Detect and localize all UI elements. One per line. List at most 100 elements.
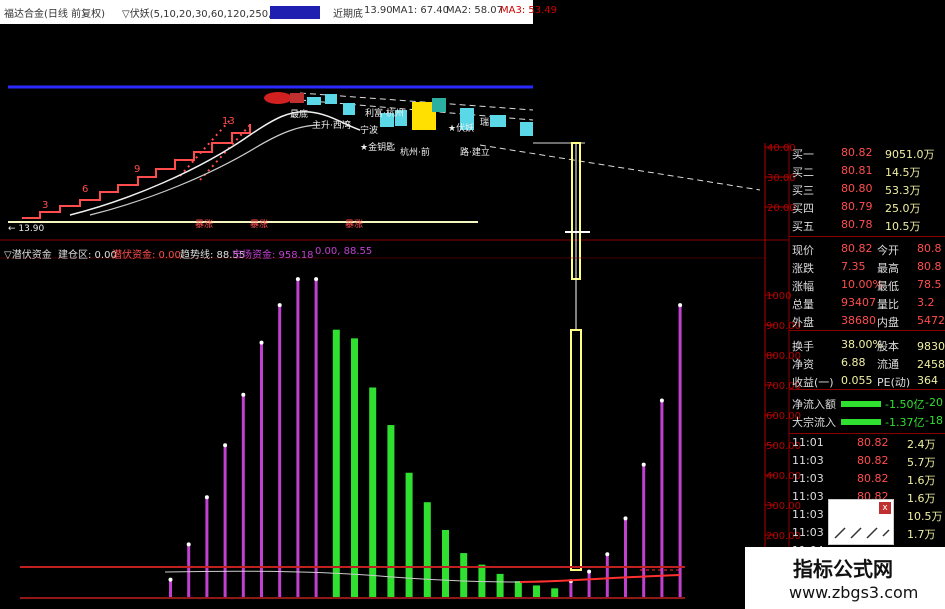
indicator-bar: [478, 564, 486, 597]
indicator-bar: [296, 279, 300, 597]
cell: 93407: [841, 296, 876, 309]
indicator-bar: [514, 581, 522, 597]
cell: -18: [925, 414, 943, 427]
tick-time: 11:03: [792, 454, 824, 467]
tick-volume: 10.5万: [907, 510, 943, 523]
cell: 7.35: [841, 260, 866, 273]
bar-top-dot: [223, 443, 228, 448]
cell: 9830万: [917, 340, 945, 353]
cell: 2458万: [917, 358, 945, 371]
indicator-bar: [169, 579, 172, 597]
svg-text:3: 3: [42, 200, 48, 211]
indicator-bar: [551, 588, 559, 597]
cell: 现价: [792, 244, 814, 257]
order-volume: 25.0万: [885, 202, 921, 215]
indicator-bar: [205, 497, 209, 597]
panel-separator: [789, 433, 945, 434]
indicator-bar: [260, 342, 263, 597]
order-price: 80.79: [841, 200, 873, 213]
quote-row: 外盘 38680 内盘 5472: [789, 313, 945, 331]
order-volume: 53.3万: [885, 184, 921, 197]
svg-text:13: 13: [222, 116, 235, 127]
order-price: 80.81: [841, 164, 873, 177]
panel-separator: [789, 236, 945, 237]
tick-time: 11:03: [792, 526, 824, 539]
hidden-funds-label: 潜伏资金: 0.00: [112, 250, 181, 261]
quote-row: 涨跌 7.35 最高 80.8: [789, 259, 945, 277]
indicator-bar: [460, 553, 468, 597]
indicator-bar: [569, 581, 573, 597]
indicator-bar: [223, 445, 227, 597]
cell: 涨跌: [792, 262, 814, 275]
svg-text:暴涨: 暴涨: [250, 219, 268, 230]
bar-top-dot: [623, 516, 628, 521]
trend-line-2: [479, 144, 761, 191]
indicator-bar: [678, 305, 682, 597]
bar-top-dot: [241, 392, 246, 397]
watermark-title: 指标公式网: [793, 557, 893, 581]
cell: 换手: [792, 340, 814, 353]
svg-text:路·建立: 路·建立: [460, 146, 490, 158]
svg-text:最底: 最底: [290, 108, 308, 120]
panel-separator: [789, 389, 945, 390]
bar-top-dot: [605, 552, 610, 557]
svg-text:★金钥匙: ★金钥匙: [360, 141, 395, 153]
tick-volume: 1.7万: [907, 528, 936, 541]
order-book-row: 买四 80.79 25.0万: [789, 199, 945, 217]
cell: PE(动): [877, 376, 911, 389]
cell: 量比: [877, 298, 899, 311]
tick-time: 11:01: [792, 436, 824, 449]
tick-volume: 5.7万: [907, 456, 936, 469]
mini-chart-widget[interactable]: x: [828, 499, 894, 545]
crosshair-lower: [570, 329, 582, 571]
svg-text:杭州·前: 杭州·前: [400, 146, 430, 158]
cell: 收益(一): [792, 376, 834, 389]
step-labels: 3 6 9 13: [42, 116, 235, 211]
indicator-bar: [278, 305, 282, 597]
tick-volume: 1.6万: [907, 474, 936, 487]
order-label: 买二: [792, 166, 814, 179]
quote-row: 涨幅 10.00% 最低 78.5: [789, 277, 945, 295]
flow-bar: [841, 401, 881, 407]
cell: 最高: [877, 262, 899, 275]
cell: 38680: [841, 314, 876, 327]
svg-text:暴涨: 暴涨: [345, 219, 363, 230]
cell: 78.5: [917, 278, 942, 291]
cell: 内盘: [877, 316, 899, 329]
cell: 外盘: [792, 316, 814, 329]
indicator-bar: [605, 554, 609, 597]
ma-line-grey: [89, 124, 321, 216]
bar-top-dot: [641, 462, 646, 467]
flow-bar: [841, 419, 881, 425]
order-volume: 14.5万: [885, 166, 921, 179]
site-watermark: 指标公式网 www.zbgs3.com: [745, 547, 945, 609]
tick-row: 11:03 80.82 5.7万: [789, 453, 945, 471]
build-zone-label: 建仓区: 0.00: [58, 250, 117, 261]
panel-separator: [789, 330, 945, 331]
extra-values: 0.00, 88.55: [315, 246, 373, 257]
svg-text:利富·杭州: 利富·杭州: [365, 107, 404, 119]
order-label: 买四: [792, 202, 814, 215]
indicator-name[interactable]: ▽潜伏资金: [4, 246, 52, 261]
cell: 0.055: [841, 374, 873, 387]
indicator-bar: [496, 573, 504, 597]
indicator-bar: [332, 329, 340, 597]
indicator-tick: 1000: [766, 291, 791, 302]
quote-row: 总量 93407 量比 3.2: [789, 295, 945, 313]
indicator-bar: [387, 425, 395, 597]
indicator-bar: [314, 279, 318, 597]
tick-price: 80.82: [857, 436, 889, 449]
bar-top-dot: [277, 303, 282, 308]
bar-top-dot: [314, 277, 319, 282]
quote-row: 现价 80.82 今开 80.8: [789, 241, 945, 259]
order-book-row: 买三 80.80 53.3万: [789, 181, 945, 199]
bar-top-dot: [168, 577, 173, 582]
indicator-bars: [168, 277, 683, 597]
tick-row: 11:01 80.82 2.4万: [789, 435, 945, 453]
bar-top-dot: [295, 277, 300, 282]
cell: 3.2: [917, 296, 935, 309]
bar-top-dot: [678, 303, 683, 308]
cell: 总量: [792, 298, 814, 311]
low-marker: ← 13.90: [8, 224, 44, 234]
order-book-row: 买二 80.81 14.5万: [789, 163, 945, 181]
